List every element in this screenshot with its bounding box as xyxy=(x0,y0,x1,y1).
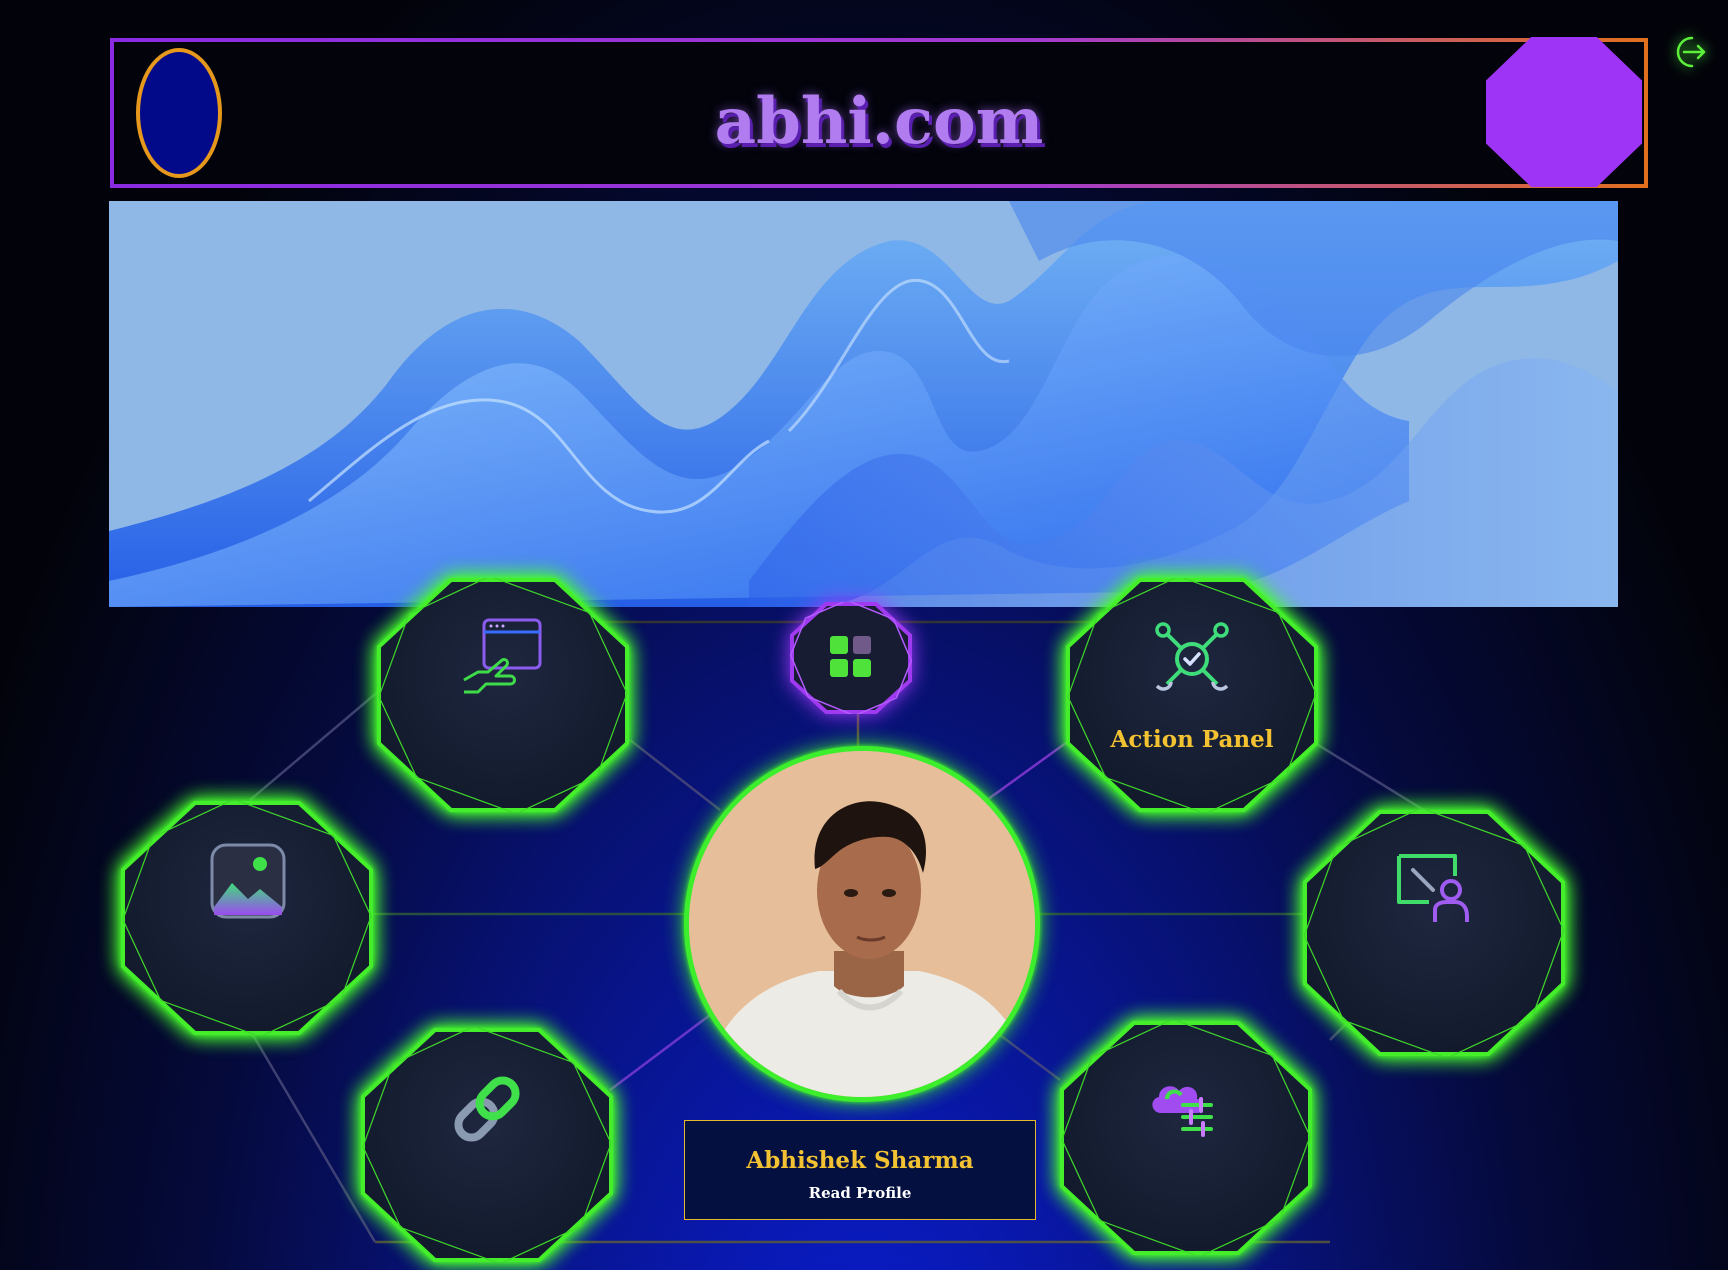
nav-node-link[interactable] xyxy=(361,1028,613,1262)
link-icon xyxy=(454,1076,520,1142)
profile-card: Abhishek Sharma Read Profile xyxy=(684,1120,1036,1220)
nav-node-image-gallery[interactable] xyxy=(121,801,373,1035)
network-check-icon xyxy=(1155,622,1229,691)
nav-node-action-panel[interactable]: Action Panel xyxy=(1066,578,1318,812)
nav-node-presentation[interactable] xyxy=(1303,810,1565,1056)
profile-name: Abhishek Sharma xyxy=(746,1147,974,1174)
profile-avatar[interactable] xyxy=(684,746,1040,1102)
nav-node-cloud-settings[interactable] xyxy=(1060,1021,1312,1255)
cloud-settings-icon xyxy=(1152,1086,1213,1137)
read-profile-link[interactable]: Read Profile xyxy=(685,1184,1035,1202)
presentation-icon xyxy=(1397,854,1469,922)
nav-node-web-hand[interactable] xyxy=(377,578,629,812)
grid-icon xyxy=(790,602,912,714)
web-hand-icon xyxy=(463,618,542,694)
center-hub-button[interactable] xyxy=(790,602,912,714)
profile-photo xyxy=(689,751,1035,1097)
image-gallery-icon xyxy=(210,843,286,919)
action-panel-label: Action Panel xyxy=(1110,726,1274,753)
